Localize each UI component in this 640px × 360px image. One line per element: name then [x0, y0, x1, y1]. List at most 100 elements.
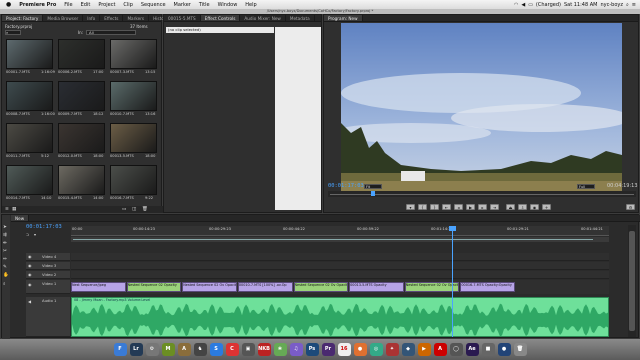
- clip-thumbnail[interactable]: [58, 39, 105, 69]
- marker-add-icon[interactable]: ▾: [34, 232, 36, 237]
- lift-icon[interactable]: ⏏: [506, 204, 515, 210]
- menu-title[interactable]: Title: [195, 2, 214, 8]
- menu-file[interactable]: File: [60, 2, 76, 8]
- go-to-out-icon[interactable]: ⇥: [490, 204, 499, 210]
- app6-icon[interactable]: ◆: [401, 343, 415, 356]
- track-lane-video-1[interactable]: Nest Sequence/jpeg Nested Sequence 02 Opa…: [71, 280, 609, 294]
- clip-thumbnail[interactable]: [6, 123, 53, 153]
- vertical-scrollbar[interactable]: [628, 225, 636, 337]
- chess-icon[interactable]: ♞: [193, 343, 207, 356]
- video-clip[interactable]: Nested Sequence 02 Ov Opacity: [293, 282, 349, 292]
- clip-select[interactable]: (no clip selected): [166, 27, 274, 33]
- marker-icon[interactable]: ▾: [406, 204, 415, 210]
- clip-thumbnail[interactable]: [110, 81, 157, 111]
- go-to-in-icon[interactable]: ⇤: [442, 204, 451, 210]
- tab-sequence-new[interactable]: New: [11, 215, 30, 221]
- play-icon[interactable]: ▶: [466, 204, 475, 210]
- menu-window[interactable]: Window: [214, 2, 242, 8]
- app5-icon[interactable]: ✦: [385, 343, 399, 356]
- quality-select[interactable]: Full: [577, 184, 595, 189]
- track-header-audio-1[interactable]: Audio 1: [26, 297, 70, 337]
- ripple-tool-icon[interactable]: ⇹: [3, 241, 7, 246]
- clip-thumbnail[interactable]: [58, 165, 105, 195]
- clock[interactable]: Sat 11:48 AM: [564, 2, 598, 8]
- speaker-icon[interactable]: ◀: [28, 299, 31, 304]
- video-clip[interactable]: Nested Sequence 02 Ov Opacity: [182, 282, 237, 292]
- playhead-marker[interactable]: [371, 191, 375, 196]
- menu-app-name[interactable]: Premiere Pro: [15, 2, 60, 8]
- program-timecode[interactable]: 00:01:17:03: [328, 183, 364, 189]
- track-lane-video-4[interactable]: [71, 253, 609, 261]
- itunes-icon[interactable]: ♫: [289, 343, 303, 356]
- timeline-timecode[interactable]: 00:01:17:03: [26, 224, 62, 230]
- preferences-icon[interactable]: ⚙: [145, 343, 159, 356]
- new-bin-icon[interactable]: ▭: [122, 207, 126, 212]
- tab-program[interactable]: Program: New: [324, 15, 363, 21]
- work-area-bar[interactable]: [71, 237, 609, 242]
- clear-icon[interactable]: 🗑: [142, 207, 148, 212]
- volume-icon[interactable]: ◀: [521, 2, 525, 8]
- track-select-tool-icon[interactable]: ⇶: [3, 233, 7, 238]
- mark-in-icon[interactable]: {: [418, 204, 427, 210]
- clip-thumbnail[interactable]: [6, 165, 53, 195]
- menu-project[interactable]: Project: [94, 2, 119, 8]
- app10-icon[interactable]: ●: [497, 343, 511, 356]
- clip-thumbnail[interactable]: [6, 81, 53, 111]
- menu-help[interactable]: Help: [241, 2, 260, 8]
- eye-icon[interactable]: ◉: [28, 254, 32, 259]
- photos-icon[interactable]: ❀: [273, 343, 287, 356]
- time-ruler[interactable]: 00:00 00:00:14:23 00:00:29:23 00:00:44:2…: [71, 226, 609, 236]
- list-icon[interactable]: ≡: [632, 2, 636, 8]
- tab-audio-mixer[interactable]: Audio Mixer: New: [240, 15, 286, 21]
- premiere-icon[interactable]: Pr: [321, 343, 335, 356]
- app4-icon[interactable]: ◎: [369, 343, 383, 356]
- hand-tool-icon[interactable]: ✋: [3, 273, 9, 278]
- clip-thumbnail[interactable]: [110, 123, 157, 153]
- effect-keyframe-area[interactable]: [275, 27, 321, 210]
- eye-icon[interactable]: ◉: [28, 282, 32, 287]
- menu-clip[interactable]: Clip: [119, 2, 136, 8]
- spotlight-icon[interactable]: ⌕: [626, 2, 629, 8]
- tab-markers[interactable]: Markers: [123, 15, 150, 21]
- finder-icon[interactable]: F: [113, 343, 127, 356]
- step-forward-icon[interactable]: ▸: [478, 204, 487, 210]
- snap-icon[interactable]: ⊃: [26, 232, 29, 237]
- zoom-tool-icon[interactable]: ⌕: [3, 281, 6, 287]
- clip-thumbnail[interactable]: [58, 123, 105, 153]
- after-effects-icon[interactable]: Ae: [465, 343, 479, 356]
- clip-thumbnail[interactable]: [58, 81, 105, 111]
- tab-project[interactable]: Project: Factory: [2, 15, 44, 21]
- track-header-video-1[interactable]: Video 1: [26, 280, 70, 294]
- menu-edit[interactable]: Edit: [77, 2, 95, 8]
- icon-view-icon[interactable]: ▦: [12, 207, 16, 212]
- video-clip[interactable]: Nested Sequence 02 Opacity: [126, 282, 182, 292]
- tab-effects[interactable]: Effects: [100, 15, 124, 21]
- menu-marker[interactable]: Marker: [170, 2, 195, 8]
- app-icon[interactable]: A: [177, 343, 191, 356]
- app8-icon[interactable]: ◯: [449, 343, 463, 356]
- tab-metadata[interactable]: Metadata: [286, 15, 315, 21]
- selection-tool-icon[interactable]: ➤: [3, 225, 7, 230]
- nkb-icon[interactable]: NKB: [257, 343, 271, 356]
- playhead-handle[interactable]: [449, 226, 456, 231]
- clip-thumbnail[interactable]: [110, 165, 157, 195]
- lightroom-icon[interactable]: Lr: [129, 343, 143, 356]
- app3-icon[interactable]: ●: [353, 343, 367, 356]
- wifi-icon[interactable]: ◠: [514, 2, 518, 8]
- step-back-icon[interactable]: ◂: [454, 204, 463, 210]
- apple-icon[interactable]: ●: [0, 1, 15, 8]
- calendar-icon[interactable]: 16: [337, 343, 351, 356]
- eye-icon[interactable]: ◉: [28, 263, 32, 268]
- track-lane-video-2[interactable]: [71, 271, 609, 279]
- menu-sequence[interactable]: Sequence: [137, 2, 170, 8]
- video-clip[interactable]: 00016-7.MTS Opacity:Opacity: [460, 282, 515, 292]
- photoshop-icon[interactable]: Ps: [305, 343, 319, 356]
- audio-clip[interactable]: 08 - Jimmy Moan - Factory.mp3 Volume:Lev…: [71, 297, 609, 337]
- user-name[interactable]: nyc-boyz: [600, 2, 623, 8]
- track-lane-video-3[interactable]: [71, 262, 609, 270]
- settings-icon[interactable]: ⚙: [626, 204, 635, 210]
- battery-icon[interactable]: ▭: [528, 2, 533, 8]
- track-header-video-3[interactable]: Video 3: [26, 262, 70, 270]
- app9-icon[interactable]: ■: [481, 343, 495, 356]
- scroll-thumb[interactable]: [629, 231, 635, 331]
